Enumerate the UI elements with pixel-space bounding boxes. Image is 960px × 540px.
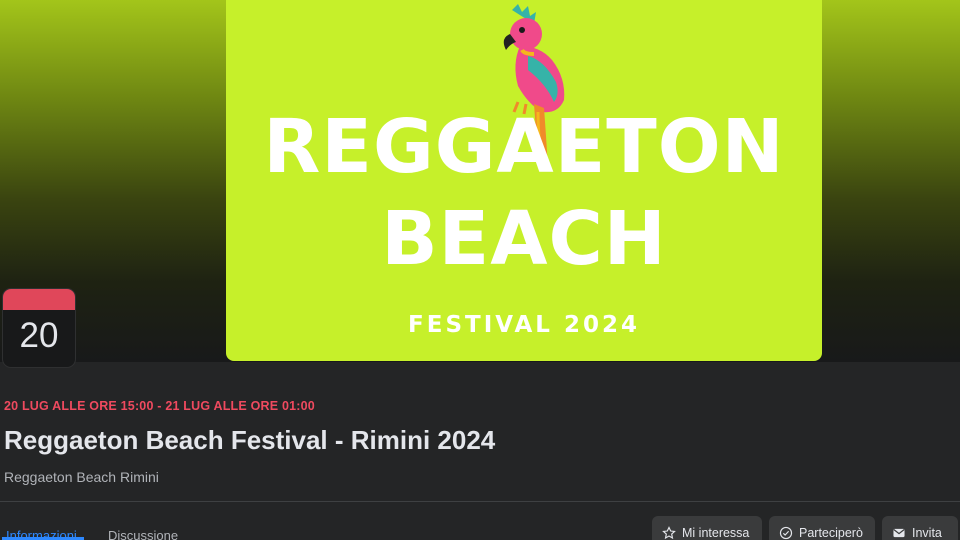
event-title: Reggaeton Beach Festival - Rimini 2024: [4, 425, 496, 455]
envelope-icon: [893, 528, 905, 538]
poster-title-line2: BEACH: [381, 196, 667, 282]
event-datetime: 20 LUG ALLE ORE 15:00 - 21 LUG ALLE ORE …: [4, 399, 315, 413]
date-badge: 20: [3, 289, 75, 367]
invite-label: Invita: [912, 526, 942, 540]
going-label: Parteciperò: [799, 526, 863, 540]
poster-subtitle: FESTIVAL 2024: [408, 312, 640, 338]
poster-title-line1: REGGAETON: [263, 104, 785, 190]
event-host-link[interactable]: Reggaeton Beach Rimini: [4, 469, 159, 485]
check-circle-icon: [779, 526, 793, 540]
cover-photo[interactable]: REGGAETON BEACH FESTIVAL 2024: [226, 0, 822, 361]
going-button[interactable]: Parteciperò: [769, 516, 875, 540]
interested-label: Mi interessa: [682, 526, 750, 540]
invite-button[interactable]: Invita: [882, 516, 958, 540]
star-icon: [662, 526, 676, 540]
tab-discussione[interactable]: Discussione: [108, 528, 178, 540]
divider: [0, 501, 960, 502]
date-badge-header: [3, 289, 75, 310]
date-badge-day: 20: [19, 316, 59, 355]
interested-button[interactable]: Mi interessa: [652, 516, 762, 540]
